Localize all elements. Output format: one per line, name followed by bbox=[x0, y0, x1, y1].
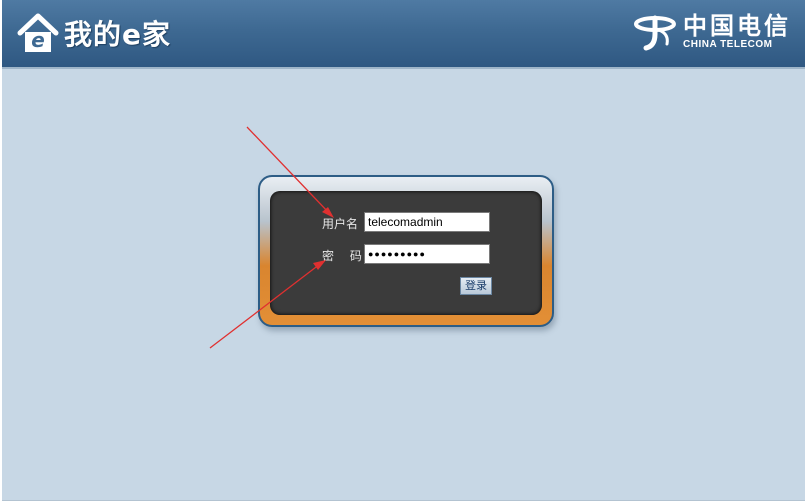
password-input[interactable]: ●●●●●●●●● bbox=[364, 244, 490, 264]
app-logo: e 我的e家 bbox=[16, 10, 171, 56]
china-telecom-logo-icon bbox=[634, 15, 676, 51]
login-panel: 用户名 telecomadmin 密 码 ●●●●●●●●● 登录 bbox=[258, 175, 554, 327]
house-e-icon: e bbox=[17, 13, 59, 52]
username-input[interactable]: telecomadmin bbox=[364, 212, 490, 232]
app-title: 我的e家 bbox=[64, 18, 171, 51]
password-label: 密 码 bbox=[322, 249, 368, 263]
page-frame: e 我的e家 中国电信 CHINA TELECOM 用户名 telecomadm… bbox=[2, 0, 805, 501]
svg-text:e: e bbox=[31, 28, 45, 52]
brand-name-en: CHINA TELECOM bbox=[683, 39, 773, 50]
username-label: 用户名 bbox=[322, 217, 359, 231]
header-bar: e 我的e家 中国电信 CHINA TELECOM bbox=[2, 0, 805, 69]
login-form: 用户名 telecomadmin 密 码 ●●●●●●●●● 登录 bbox=[270, 191, 542, 315]
brand-name-cn: 中国电信 bbox=[683, 11, 791, 40]
brand-logo: 中国电信 CHINA TELECOM bbox=[633, 12, 791, 52]
login-button[interactable]: 登录 bbox=[460, 277, 492, 295]
